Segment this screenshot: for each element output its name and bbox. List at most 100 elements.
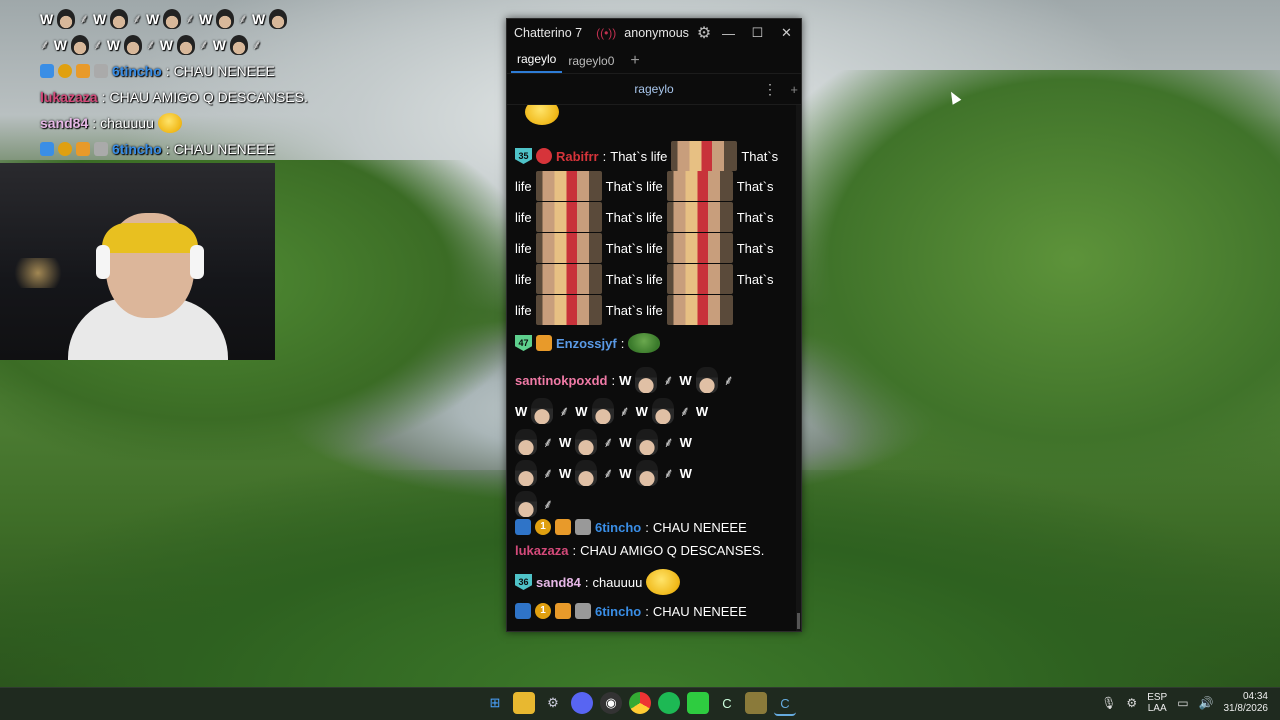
chatterino-window[interactable]: Chatterino 7 ((•)) anonymous ⚙ — ☐ ✕ rag… — [506, 18, 802, 632]
message-text: That`s — [736, 178, 774, 194]
feather-emote: ⸙ — [663, 433, 674, 450]
chatterino-icon[interactable]: C — [774, 692, 796, 716]
sinatra-emote — [515, 429, 537, 455]
thats-life-emote — [535, 233, 602, 263]
wallpaper-hill-right — [760, 70, 1280, 490]
message-text: life — [515, 209, 532, 225]
message-text: That`s — [736, 240, 774, 256]
message-text: That`s life — [605, 302, 663, 318]
title-bar[interactable]: Chatterino 7 ((•)) anonymous ⚙ — ☐ ✕ — [507, 19, 801, 47]
w-text: W — [559, 465, 572, 481]
language-indicator[interactable]: ESP LAA — [1147, 692, 1167, 714]
thats-life-emote — [666, 295, 733, 325]
green-app-icon[interactable] — [687, 692, 709, 714]
split-header[interactable]: rageylo ⋮ + — [507, 74, 801, 105]
gear-icon[interactable]: ⚙ — [697, 23, 711, 43]
username[interactable]: Enzossjyf — [556, 336, 617, 351]
username[interactable]: 6tincho — [595, 520, 641, 535]
add-tab-icon[interactable]: + — [630, 52, 639, 73]
username[interactable]: sand84 — [536, 575, 581, 590]
username[interactable]: lukazaza — [515, 543, 568, 558]
chat-message[interactable]: 47 Enzossjyf: — [515, 333, 661, 353]
w-text: W — [619, 434, 632, 450]
thats-life-emote — [535, 295, 602, 325]
chat-message[interactable]: 1 6tincho: CHAU NENEEE — [515, 603, 747, 619]
chat-message-continuation: life That`s life That`s — [515, 264, 774, 294]
chat-message-continuation: ⸙ W ⸙ W ⸙ W — [515, 429, 692, 455]
username[interactable]: santinokpoxdd — [515, 373, 607, 388]
tab-rageylo0[interactable]: rageylo0 — [562, 54, 620, 73]
scrollbar-thumb[interactable] — [797, 613, 800, 629]
microphone-icon[interactable]: 🎙 — [1101, 696, 1116, 710]
tab-rageylo[interactable]: rageylo — [511, 52, 563, 73]
badge-icon: 1 — [535, 603, 551, 619]
discord-icon[interactable] — [571, 692, 593, 714]
chat-message[interactable]: 1 6tincho: CHAU NENEEE — [515, 519, 747, 535]
ccleaner-icon[interactable]: C — [716, 692, 738, 714]
feather-emote: ⸙ — [251, 37, 262, 52]
feather-emote: ⸙ — [198, 37, 209, 52]
feather-emote: ⸙ — [185, 11, 195, 26]
username[interactable]: Rabifrr — [556, 149, 599, 164]
message-text: chauuuu — [100, 115, 154, 131]
add-split-icon[interactable]: + — [790, 82, 798, 97]
sinatra-emote — [635, 429, 658, 455]
badge-icon — [94, 142, 108, 156]
hammer-badge-icon — [515, 519, 531, 535]
chat-scrollbar[interactable] — [796, 105, 801, 631]
thinking-emote — [157, 113, 182, 133]
feather-emote: ⸙ — [679, 402, 691, 419]
chat-emote-fragment — [525, 105, 559, 125]
chat-message-continuation: W ⸙ W ⸙ W ⸙ W — [515, 398, 708, 424]
overlay-emote-row: ⸙ W ⸙ W ⸙ W ⸙ W ⸙ — [40, 32, 360, 58]
separator: : — [165, 141, 170, 157]
system-tray: 🎙 ⚙ ESP LAA ▭ 🔊 04:34 31/8/2026 — [1101, 691, 1268, 715]
thats-life-emote — [666, 171, 733, 201]
thats-life-emote — [666, 264, 733, 294]
badge-icon: 1 — [535, 519, 551, 535]
split-menu-icon[interactable]: ⋮ — [763, 81, 777, 98]
minimize-icon[interactable]: — — [714, 26, 743, 41]
split-channel-title: rageylo — [634, 82, 674, 96]
message-text: CHAU NENEEE — [652, 519, 747, 535]
network-icon[interactable]: ▭ — [1177, 696, 1188, 710]
chat-message[interactable]: 35 Rabifrr: That`s life That`s — [515, 141, 778, 171]
w-text: W — [619, 465, 632, 481]
separator: : — [645, 603, 649, 619]
feather-emote: ⸙ — [542, 495, 554, 512]
sinatra-emote — [695, 367, 718, 393]
clock[interactable]: 04:34 31/8/2026 — [1224, 691, 1269, 715]
thats-life-emote — [535, 171, 602, 201]
chat-message-continuation: life That`s life — [515, 295, 733, 325]
chrome-icon[interactable] — [629, 692, 651, 714]
steam-icon[interactable]: ⚙ — [542, 692, 564, 714]
settings-tray-icon[interactable]: ⚙ — [1126, 696, 1137, 710]
account-name[interactable]: anonymous — [624, 26, 689, 40]
badge-icon — [555, 603, 571, 619]
close-icon[interactable]: ✕ — [772, 25, 801, 41]
w-text: W — [679, 434, 692, 450]
separator: : — [645, 519, 649, 535]
feather-emote: ⸙ — [559, 402, 570, 419]
badge-icon — [58, 142, 72, 156]
separator: : — [620, 335, 625, 351]
chat-message[interactable]: santinokpoxdd: W ⸙ W ⸙ — [515, 367, 736, 393]
streamer — [68, 203, 228, 360]
message-text: CHAU AMIGO Q DESCANSES. — [580, 543, 765, 558]
chat-message[interactable]: lukazaza: CHAU AMIGO Q DESCANSES. — [515, 543, 764, 558]
chat-message[interactable]: 36 sand84: chauuuu — [515, 569, 681, 595]
badge-icon — [58, 64, 72, 78]
game-app-icon[interactable] — [745, 692, 767, 714]
username[interactable]: 6tincho — [595, 604, 641, 619]
chat-messages[interactable]: 35 Rabifrr: That`s life That`s life That… — [507, 105, 795, 631]
maximize-icon[interactable]: ☐ — [743, 25, 772, 41]
volume-icon[interactable]: 🔊 — [1199, 696, 1214, 710]
separator: : — [611, 372, 616, 388]
file-explorer-icon[interactable] — [513, 692, 535, 714]
windows-start-icon[interactable]: ⊞ — [484, 692, 506, 714]
webcam-city-lights — [8, 258, 68, 288]
clock-time: 04:34 — [1242, 691, 1268, 702]
obs-icon[interactable]: ◉ — [600, 692, 622, 714]
spotify-icon[interactable] — [658, 692, 680, 714]
chat-message-continuation: life That`s life That`s — [515, 171, 774, 201]
